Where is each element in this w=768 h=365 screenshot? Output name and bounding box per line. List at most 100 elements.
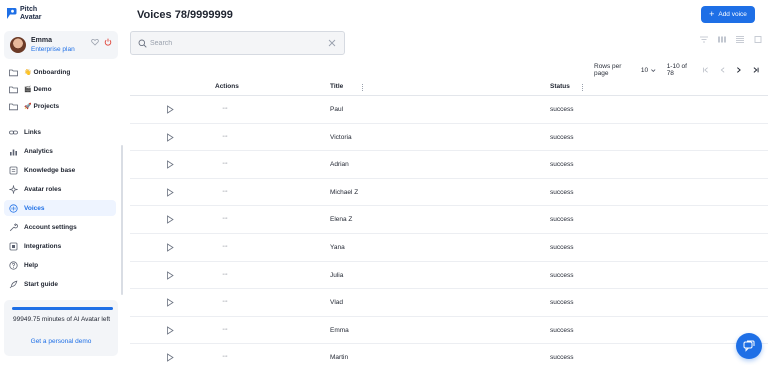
column-resize-handle[interactable] — [582, 84, 583, 91]
voice-status: success — [550, 271, 574, 279]
personal-demo-link[interactable]: Get a personal demo — [4, 338, 118, 345]
folder-icon — [9, 86, 18, 93]
table-row[interactable]: ··· Adrian success — [130, 151, 768, 179]
table-row[interactable]: ··· Elena Z success — [130, 206, 768, 234]
close-icon[interactable] — [328, 39, 336, 47]
more-actions-icon[interactable]: ··· — [222, 298, 228, 305]
voice-title: Victoria — [330, 133, 352, 141]
rows-per-page-label: Rows per page — [594, 63, 622, 77]
brand-logo[interactable]: Pitch Avatar — [6, 6, 42, 21]
table-row[interactable]: ··· Yana success — [130, 234, 768, 262]
brand-name: Pitch Avatar — [20, 6, 42, 21]
heart-icon[interactable] — [91, 38, 99, 46]
table-row[interactable]: ··· Julia success — [130, 262, 768, 290]
sidebar-item-start-guide[interactable]: Start guide — [4, 276, 116, 292]
last-page-icon[interactable] — [752, 66, 759, 74]
user-plan[interactable]: Enterprise plan — [31, 46, 75, 53]
sidebar-item-label: Links — [24, 128, 41, 136]
user-card[interactable]: Emma Enterprise plan — [4, 31, 118, 59]
folder-label: Onboarding — [33, 68, 71, 76]
more-actions-icon[interactable]: ··· — [222, 133, 228, 140]
app-window: Pitch Avatar Emma Enterprise plan 👋 Onbo… — [0, 0, 768, 365]
play-icon[interactable] — [166, 188, 174, 197]
folder-icon — [9, 103, 18, 110]
more-actions-icon[interactable]: ··· — [222, 215, 228, 222]
sidebar-item-help[interactable]: Help — [4, 257, 116, 273]
sidebar-item-label: Start guide — [24, 280, 58, 288]
voice-title: Michael Z — [330, 188, 359, 196]
sidebar-item-label: Integrations — [24, 242, 62, 250]
sidebar-item-links[interactable]: Links — [4, 124, 116, 140]
sidebar-item-knowledge-base[interactable]: Knowledge base — [4, 162, 116, 178]
play-icon[interactable] — [166, 105, 174, 114]
voice-title: Paul — [330, 106, 344, 113]
plus-icon: + — [709, 9, 715, 19]
voice-icon — [9, 203, 18, 213]
first-page-icon[interactable] — [702, 66, 709, 74]
more-actions-icon[interactable]: ··· — [222, 326, 228, 333]
search-box[interactable] — [130, 31, 345, 55]
page-title: Voices 78/9999999 — [137, 9, 233, 21]
sidebar-item-analytics[interactable]: Analytics — [4, 143, 116, 159]
folder-projects[interactable]: 🚀 Projects — [4, 98, 116, 114]
column-header-actions[interactable]: Actions — [215, 83, 239, 90]
sidebar-item-avatar-roles[interactable]: Avatar roles — [4, 181, 116, 197]
power-icon[interactable] — [104, 38, 112, 46]
add-voice-button[interactable]: + Add voice — [701, 6, 755, 23]
rows-per-page-select[interactable]: 10 — [641, 67, 648, 74]
brand-line-2: Avatar — [20, 13, 42, 21]
more-actions-icon[interactable]: ··· — [222, 160, 228, 167]
play-icon[interactable] — [166, 243, 174, 252]
prev-page-icon[interactable] — [719, 66, 726, 74]
table-row[interactable]: ··· Paul success — [130, 96, 768, 124]
sidebar-scrollbar[interactable] — [121, 145, 123, 295]
more-actions-icon[interactable]: ··· — [222, 105, 228, 112]
play-icon[interactable] — [166, 270, 174, 280]
fullscreen-icon[interactable] — [753, 35, 763, 44]
next-page-icon[interactable] — [735, 66, 742, 74]
columns-icon[interactable] — [717, 35, 727, 44]
voice-title: Yana — [330, 244, 345, 251]
table-row[interactable]: ··· Vlad success — [130, 289, 768, 317]
voice-status: success — [550, 326, 574, 334]
folder-onboarding[interactable]: 👋 Onboarding — [4, 64, 116, 80]
chevron-down-icon[interactable] — [650, 67, 657, 74]
voice-title: Martin — [330, 354, 349, 362]
pitch-avatar-logo-icon — [7, 7, 17, 19]
sidebar: Pitch Avatar Emma Enterprise plan 👋 Onbo… — [0, 0, 124, 365]
sidebar-item-voices[interactable]: Voices — [4, 200, 116, 216]
minutes-remaining-text: 99949.75 minutes of AI Avatar left — [13, 316, 111, 323]
play-icon[interactable] — [166, 298, 174, 307]
play-icon[interactable] — [166, 132, 174, 142]
density-icon[interactable] — [735, 35, 745, 44]
column-header-title[interactable]: Title — [330, 83, 343, 90]
sparkle-icon — [9, 184, 18, 194]
more-actions-icon[interactable]: ··· — [222, 353, 228, 360]
more-actions-icon[interactable]: ··· — [222, 188, 228, 195]
sidebar-item-account-settings[interactable]: Account settings — [4, 219, 116, 235]
play-icon[interactable] — [166, 215, 174, 225]
integrations-icon — [9, 242, 18, 250]
chat-button[interactable] — [736, 333, 762, 359]
more-actions-icon[interactable]: ··· — [222, 271, 228, 278]
table-row[interactable]: ··· Michael Z success — [130, 179, 768, 207]
column-header-status[interactable]: Status — [550, 83, 570, 90]
play-icon[interactable] — [166, 160, 174, 169]
table-row[interactable]: ··· Victoria success — [130, 124, 768, 152]
main-content: Voices 78/9999999 + Add voice Rows per p… — [124, 0, 768, 365]
filter-icon[interactable] — [699, 35, 709, 44]
voice-title: Elena Z — [330, 216, 353, 224]
play-icon[interactable] — [166, 326, 174, 335]
folder-emoji: 🚀 — [24, 103, 32, 110]
search-input[interactable] — [150, 37, 320, 50]
search-icon — [138, 39, 147, 48]
play-icon[interactable] — [166, 353, 174, 363]
table-row[interactable]: ··· Martin success — [130, 344, 768, 365]
table-row[interactable]: ··· Emma success — [130, 317, 768, 345]
voice-status: success — [550, 161, 574, 169]
user-card-icons — [91, 38, 112, 46]
folder-demo[interactable]: 🎬 Demo — [4, 81, 116, 97]
more-actions-icon[interactable]: ··· — [222, 243, 228, 250]
column-resize-handle[interactable] — [362, 84, 363, 91]
sidebar-item-integrations[interactable]: Integrations — [4, 238, 116, 254]
